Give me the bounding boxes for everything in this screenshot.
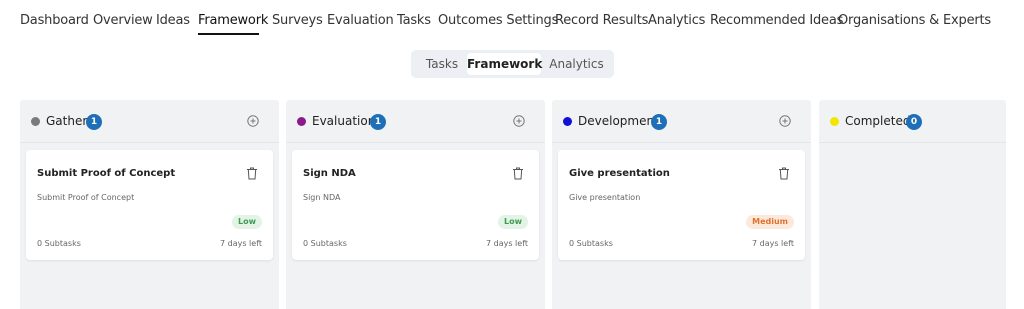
nav-surveys[interactable]: Surveys (272, 13, 323, 28)
column-completed: Completed 0 (819, 100, 1006, 309)
column-title: Gather (46, 114, 88, 128)
count-badge: 1 (651, 114, 667, 130)
view-analytics[interactable]: Analytics (543, 53, 610, 75)
column-header: Development 1 (552, 100, 811, 143)
status-dot (563, 117, 572, 126)
plus-circle-icon[interactable] (247, 115, 259, 127)
view-framework[interactable]: Framework (467, 53, 542, 75)
priority-badge: Low (498, 215, 528, 229)
priority-badge: Medium (746, 215, 794, 229)
task-card[interactable]: Sign NDA Sign NDA Low 0 Subtasks 7 days … (292, 150, 539, 260)
nav-framework[interactable]: Framework (198, 13, 268, 28)
trash-icon[interactable] (246, 167, 258, 180)
column-title: Completed (845, 114, 911, 128)
nav-recommended-ideas[interactable]: Recommended Ideas (710, 13, 843, 28)
column-gather: Gather 1 Submit Proof of Concept Submit … (20, 100, 279, 309)
column-header: Gather 1 (20, 100, 279, 143)
plus-circle-icon[interactable] (513, 115, 525, 127)
nav-organisations-experts[interactable]: Organisations & Experts (838, 13, 991, 28)
days-left: 7 days left (485, 239, 528, 248)
card-description: Submit Proof of Concept (37, 193, 135, 202)
days-left: 7 days left (219, 239, 262, 248)
column-header: Completed 0 (819, 100, 1006, 143)
count-badge: 1 (370, 114, 386, 130)
view-tasks[interactable]: Tasks (416, 53, 468, 75)
subtasks-count: 0 Subtasks (37, 239, 81, 248)
nav-overview[interactable]: Overview (93, 13, 153, 28)
nav-outcomes-settings[interactable]: Outcomes Settings (438, 13, 558, 28)
task-card[interactable]: Give presentation Give presentation Medi… (558, 150, 805, 260)
column-development: Development 1 Give presentation Give pre… (552, 100, 811, 309)
priority-badge: Low (232, 215, 262, 229)
status-dot (31, 117, 40, 126)
top-nav: Dashboard Overview Ideas Framework Surve… (0, 0, 1024, 42)
count-badge: 0 (906, 114, 922, 130)
status-dot (830, 117, 839, 126)
nav-dashboard[interactable]: Dashboard (20, 13, 89, 28)
plus-circle-icon[interactable] (779, 115, 791, 127)
card-description: Sign NDA (303, 193, 341, 202)
column-title: Development (578, 114, 659, 128)
column-header: Evaluation 1 (286, 100, 545, 143)
subtasks-count: 0 Subtasks (569, 239, 613, 248)
card-description: Give presentation (569, 193, 641, 202)
trash-icon[interactable] (512, 167, 524, 180)
nav-active-underline (198, 33, 259, 35)
nav-tasks[interactable]: Tasks (397, 13, 431, 28)
column-title: Evaluation (312, 114, 376, 128)
nav-ideas[interactable]: Ideas (156, 13, 190, 28)
card-title: Submit Proof of Concept (37, 168, 176, 179)
count-badge: 1 (86, 114, 102, 130)
trash-icon[interactable] (778, 167, 790, 180)
task-card[interactable]: Submit Proof of Concept Submit Proof of … (26, 150, 273, 260)
card-title: Sign NDA (303, 168, 356, 179)
view-switch: Tasks Framework Analytics (411, 50, 614, 78)
status-dot (297, 117, 306, 126)
card-title: Give presentation (569, 168, 670, 179)
days-left: 7 days left (751, 239, 794, 248)
nav-analytics[interactable]: Analytics (648, 13, 705, 28)
column-evaluation: Evaluation 1 Sign NDA Sign NDA Low 0 Sub… (286, 100, 545, 309)
nav-record-results[interactable]: Record Results (555, 13, 648, 28)
subtasks-count: 0 Subtasks (303, 239, 347, 248)
nav-evaluation[interactable]: Evaluation (327, 13, 394, 28)
